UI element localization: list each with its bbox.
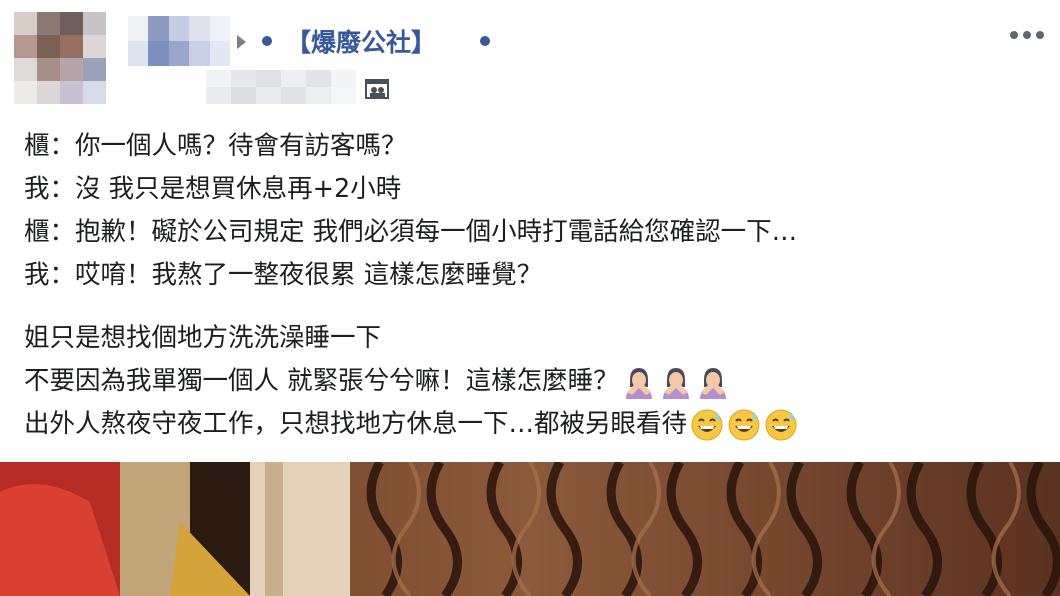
- separator-dot: [480, 36, 490, 46]
- privacy-icon[interactable]: [364, 77, 390, 101]
- person-facepalming-icon: [662, 368, 689, 399]
- grinning-sweat-icon: [765, 409, 797, 441]
- post-photo[interactable]: [0, 462, 1060, 596]
- curtain-photo: [0, 462, 1060, 596]
- post-line: 我：沒 我只是想買休息再+2小時: [24, 174, 402, 204]
- post-line: 我：哎唷！我熬了一整夜很累 這樣怎麼睡覺？: [24, 260, 543, 290]
- post-line-text: 出外人熬夜守夜工作，只想找地方休息一下…都被另眼看待: [24, 409, 688, 439]
- post-line: 櫃：抱歉！礙於公司規定 我們必須每一個小時打電話給您確認一下…: [24, 217, 798, 247]
- group-name-link[interactable]: 【爆廢公社】: [286, 27, 436, 59]
- post-header: 【爆廢公社】: [0, 0, 1060, 110]
- post-line: 姐只是想找個地方洗洗澡睡一下: [24, 323, 382, 353]
- post-line-with-emoji: 出外人熬夜守夜工作，只想找地方休息一下…都被另眼看待: [24, 403, 1044, 446]
- post-line-text: 不要因為我單獨一個人 就緊張兮兮嘛！這樣怎麼睡？: [24, 366, 619, 396]
- arrow-icon: [237, 35, 246, 49]
- separator-dot: [262, 36, 272, 46]
- timestamp-blurred[interactable]: [206, 70, 356, 104]
- grinning-sweat-icon: [691, 409, 723, 441]
- person-facepalming-icon: [625, 368, 652, 399]
- author-name-blurred[interactable]: [128, 16, 230, 66]
- post-text: 櫃：你一個人嗎？待會有訪客嗎？ 我：沒 我只是想買休息再+2小時 櫃：抱歉！礙於…: [24, 125, 1044, 446]
- post-line-with-emoji: 不要因為我單獨一個人 就緊張兮兮嘛！這樣怎麼睡？: [24, 360, 1044, 403]
- more-icon[interactable]: [1006, 26, 1048, 44]
- person-facepalming-icon: [699, 368, 726, 399]
- post-line: 櫃：你一個人嗎？待會有訪客嗎？: [24, 131, 407, 161]
- avatar[interactable]: [14, 12, 106, 104]
- grinning-sweat-icon: [728, 409, 760, 441]
